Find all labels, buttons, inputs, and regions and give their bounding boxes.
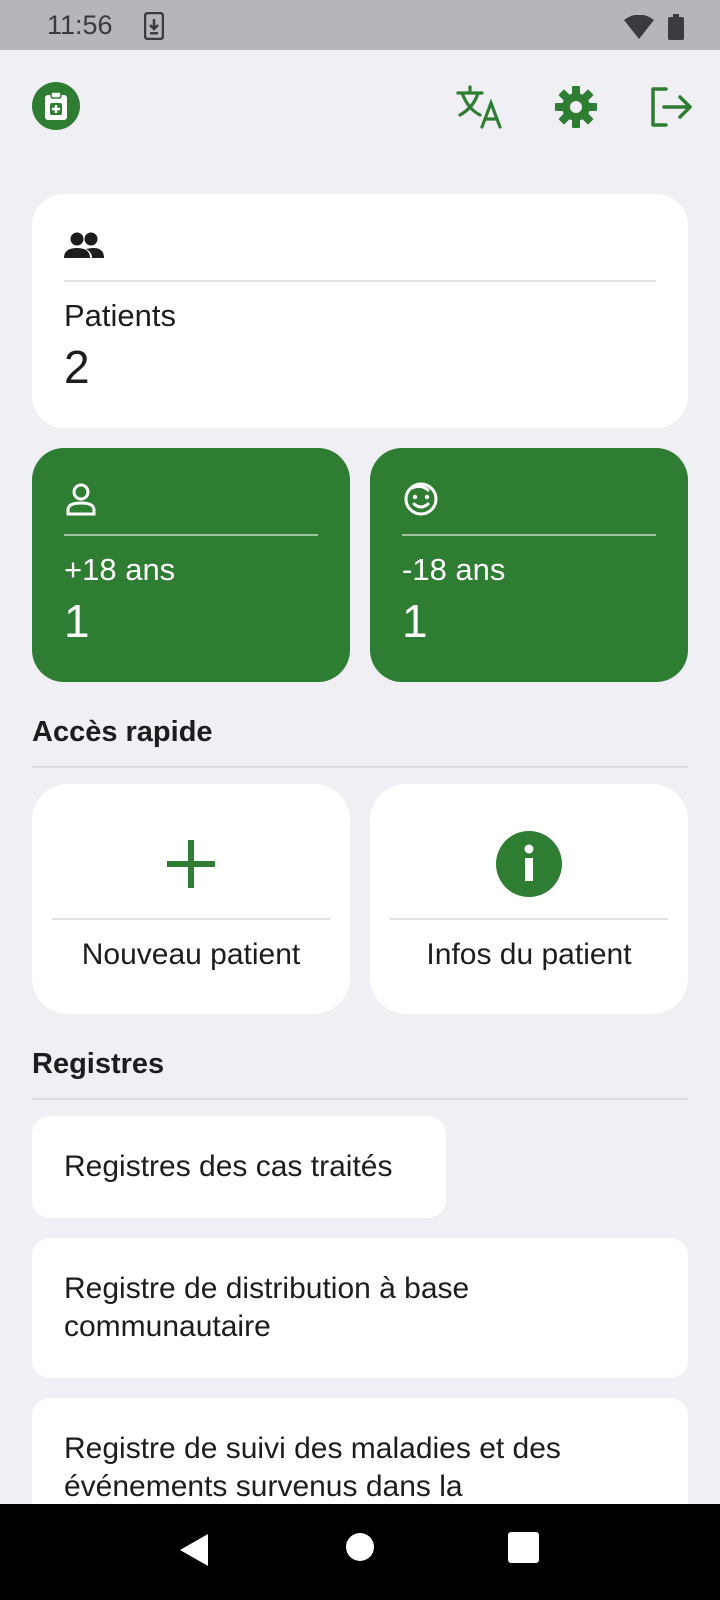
info-icon (370, 828, 688, 900)
battery-icon (668, 14, 684, 45)
quick-access-title: Accès rapide (32, 716, 213, 748)
wifi-icon (624, 14, 654, 44)
register-item-label: Registres des cas traités (64, 1150, 393, 1183)
children-card[interactable]: -18 ans 1 (370, 448, 688, 682)
patient-info-label: Infos du patient (426, 938, 632, 971)
patients-card: Patients 2 (32, 194, 688, 428)
registers-title: Registres (32, 1048, 165, 1080)
patients-label: Patients (64, 298, 177, 333)
adults-label: +18 ans (64, 552, 176, 587)
new-patient-button[interactable]: Nouveau patient (32, 784, 350, 1014)
system-nav-bar (0, 1504, 720, 1600)
recents-icon[interactable] (508, 1532, 539, 1568)
back-icon[interactable] (178, 1532, 210, 1573)
status-time: 11:56 (47, 10, 113, 40)
person-outline-icon (66, 482, 96, 521)
register-item-label: Registre de suivi des maladies et des év… (64, 1432, 561, 1503)
patient-info-button[interactable]: Infos du patient (370, 784, 688, 1014)
people-icon (64, 232, 104, 265)
register-item-community-distribution[interactable]: Registre de distribution à base communau… (32, 1238, 688, 1378)
translate-icon[interactable] (455, 82, 505, 132)
status-bar: 11:56 (0, 0, 720, 50)
new-patient-label: Nouveau patient (81, 938, 301, 971)
logout-icon[interactable] (647, 82, 697, 132)
divider (32, 766, 688, 768)
register-item-label: Registre de distribution à base communau… (64, 1272, 470, 1343)
gear-icon[interactable] (551, 82, 601, 132)
children-count: 1 (402, 595, 428, 647)
baby-face-icon (402, 482, 440, 521)
divider (32, 1098, 688, 1100)
clipboard-medical-icon[interactable] (32, 82, 80, 130)
home-icon[interactable] (345, 1532, 375, 1567)
adults-card[interactable]: +18 ans 1 (32, 448, 350, 682)
adults-count: 1 (64, 595, 90, 647)
register-item-treated-cases[interactable]: Registres des cas traités (32, 1116, 446, 1218)
children-label: -18 ans (402, 552, 506, 587)
app-bar (0, 50, 720, 160)
patients-count: 2 (64, 341, 90, 393)
plus-icon (32, 828, 350, 900)
download-icon (143, 11, 165, 45)
